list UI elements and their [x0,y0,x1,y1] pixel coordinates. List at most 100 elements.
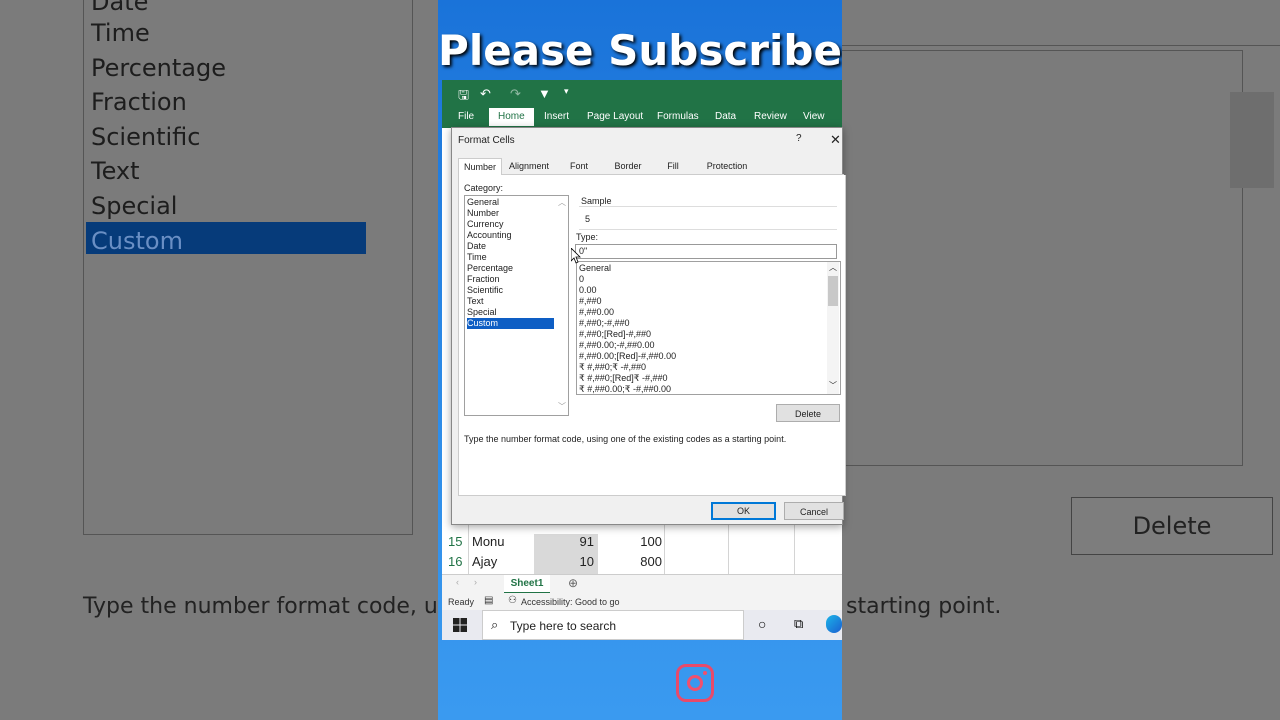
format-item[interactable]: ₹ #,##0;₹ -#,##0 [579,362,646,373]
category-scrollbar[interactable]: ︿ ﹀ [556,196,568,415]
next-sheet-icon[interactable]: › [474,577,477,587]
cell-b[interactable]: 91 [534,534,598,554]
cell-c[interactable]: 100 [600,534,662,549]
category-item-percentage[interactable]: Percentage [467,263,554,274]
format-item[interactable]: #,##0.00;-#,##0.00 [579,340,655,351]
scroll-up-icon[interactable]: ︿ [558,197,566,208]
help-icon[interactable]: ? [796,133,802,144]
scroll-down-icon[interactable]: ﹀ [558,401,566,412]
format-scrollbar[interactable]: ︿ ﹀ [827,262,839,394]
tab-formulas[interactable]: Formulas [657,111,699,122]
ribbon: 🖫 ↶ ↷ ▼ ▾ File Home Insert Page Layout F… [442,80,842,128]
windows-start-icon[interactable] [452,617,468,633]
cell-c[interactable]: 800 [600,554,662,569]
redo-icon[interactable]: ↷ [510,86,521,104]
edge-icon[interactable] [826,615,842,633]
format-item[interactable]: #,##0.00 [579,307,614,318]
add-sheet-icon[interactable]: ⊕ [568,576,578,590]
cell-name[interactable]: Monu [472,534,505,549]
tab-alignment[interactable]: Alignment [504,158,554,174]
dialog-tabs: Number Alignment Font Border Fill Protec… [458,158,844,176]
format-item[interactable]: #,##0;-#,##0 [579,318,630,329]
category-item-text[interactable]: Text [467,296,554,307]
accessibility-icon[interactable]: ⚇ [508,595,517,606]
tab-data[interactable]: Data [715,111,736,122]
accessibility-status[interactable]: Accessibility: Good to go [521,597,620,607]
tab-fill[interactable]: Fill [658,158,688,174]
format-item[interactable]: 0.00 [579,285,597,296]
search-icon: ⌕ [491,617,499,632]
background-category-item: Special [91,192,178,220]
category-item-time[interactable]: Time [467,252,554,263]
cortana-icon[interactable]: ○ [758,616,766,632]
mouse-cursor-icon [571,248,581,264]
taskbar: ⌕ Type here to search ○ ⧉ [442,610,842,640]
category-item-custom[interactable]: Custom [467,318,554,329]
ok-button[interactable]: OK [711,502,776,520]
category-item-general[interactable]: General [467,197,554,208]
category-label: Category: [464,183,504,193]
undo-icon[interactable]: ↶ [480,86,491,104]
background-description-right: starting point. [846,594,1002,619]
scroll-down-icon[interactable]: ﹀ [829,380,837,391]
category-item-date[interactable]: Date [467,241,554,252]
save-icon[interactable]: 🖫 [458,86,469,104]
type-input[interactable]: 0" [575,244,837,259]
tab-review[interactable]: Review [754,111,787,122]
background-category-item: Scientific [91,123,201,151]
tab-insert[interactable]: Insert [544,111,569,122]
table-row[interactable]: 15 Monu 91 100 [442,534,842,554]
category-item-currency[interactable]: Currency [467,219,554,230]
instagram-icon[interactable] [676,664,714,702]
tab-border[interactable]: Border [608,158,648,174]
background-scroll-thumb [1230,92,1274,188]
sheet-tab-bar: ‹ › Sheet1 ⊕ [442,574,842,594]
tab-font[interactable]: Font [562,158,596,174]
close-icon[interactable]: ✕ [830,132,841,148]
subscribe-banner: Please Subscribe [438,26,842,75]
macro-record-icon[interactable]: ▤ [484,595,493,606]
format-item[interactable]: General [579,263,611,274]
format-code-list[interactable]: General 0 0.00 #,##0 #,##0.00 #,##0;-#,#… [576,261,841,395]
dialog-description: Type the number format code, using one o… [464,434,787,444]
cancel-button[interactable]: Cancel [784,502,844,520]
customize-toolbar-icon[interactable]: ▾ [564,86,569,104]
prev-sheet-icon[interactable]: ‹ [456,577,459,587]
taskbar-search[interactable]: ⌕ Type here to search [482,610,744,640]
format-item[interactable]: ₹ #,##0.00;₹ -#,##0.00 [579,384,671,394]
sample-box [579,206,837,230]
tab-protection[interactable]: Protection [700,158,754,174]
sample-label: Sample [581,196,612,206]
background-delete-button: Delete [1071,497,1273,555]
tab-file[interactable]: File [458,111,474,122]
format-item[interactable]: #,##0;[Red]-#,##0 [579,329,651,340]
category-item-number[interactable]: Number [467,208,554,219]
cell-b[interactable]: 10 [534,554,598,574]
delete-format-button[interactable]: Delete [776,404,840,422]
category-item-fraction[interactable]: Fraction [467,274,554,285]
tab-view[interactable]: View [803,111,825,122]
scroll-up-icon[interactable]: ︿ [829,262,837,273]
background-category-item: Text [91,157,140,185]
background-format-list [842,50,1243,466]
tab-page-layout[interactable]: Page Layout [587,111,643,122]
status-ready: Ready [448,597,475,607]
format-item[interactable]: 0 [579,274,584,285]
task-view-icon[interactable]: ⧉ [794,616,803,632]
tab-number[interactable]: Number [458,158,502,176]
category-item-accounting[interactable]: Accounting [467,230,554,241]
category-item-special[interactable]: Special [467,307,554,318]
tab-home[interactable]: Home [489,108,534,126]
sheet-tab[interactable]: Sheet1 [504,575,550,594]
category-item-scientific[interactable]: Scientific [467,285,554,296]
format-item[interactable]: ₹ #,##0;[Red]₹ -#,##0 [579,373,668,384]
category-list[interactable]: General Number Currency Accounting Date … [464,195,569,416]
format-item[interactable]: #,##0.00;[Red]-#,##0.00 [579,351,676,362]
format-item[interactable]: #,##0 [579,296,602,307]
dialog-title: Format Cells [458,135,515,146]
filter-icon[interactable]: ▼ [538,86,551,104]
cell-name[interactable]: Ajay [472,554,497,569]
row-number: 15 [448,534,463,549]
scroll-thumb[interactable] [828,276,838,306]
table-row[interactable]: 16 Ajay 10 800 [442,554,842,574]
